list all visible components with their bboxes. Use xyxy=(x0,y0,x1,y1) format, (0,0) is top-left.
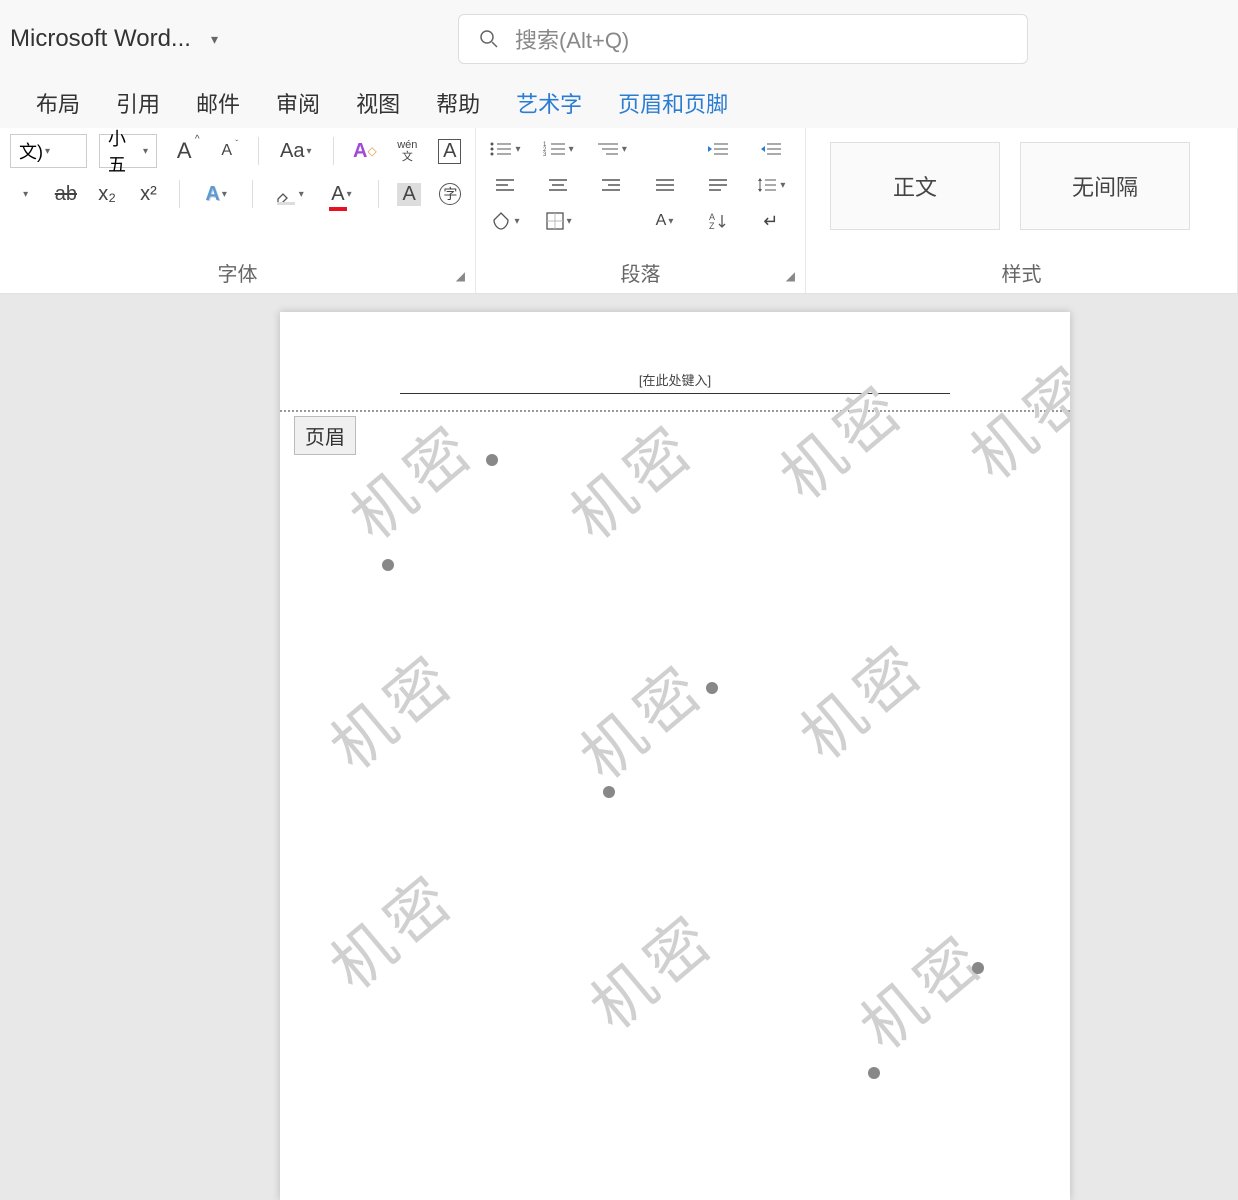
subscript-button[interactable]: x₂ xyxy=(93,178,122,210)
highlight-color-button[interactable]: ▾ xyxy=(269,178,309,210)
grow-font-button[interactable]: A^ xyxy=(169,135,199,167)
font-size-combo[interactable]: 小五 ▾ xyxy=(99,134,157,168)
header-placeholder-text[interactable]: [在此处键入] xyxy=(400,370,950,389)
chevron-down-icon: ▾ xyxy=(143,146,148,157)
page[interactable]: [在此处键入] 页眉 机密 机密 机密 机密 机密 机密 机密 机密 机密 机密 xyxy=(280,312,1070,1200)
menu-review[interactable]: 审阅 xyxy=(276,87,320,119)
show-marks-button[interactable]: ↵ xyxy=(752,206,790,236)
styles-group-label: 样式 xyxy=(806,258,1237,287)
app-title: Microsoft Word... ▾ xyxy=(10,25,218,53)
style-normal[interactable]: 正文 xyxy=(830,142,1000,230)
title-bar: Microsoft Word... ▾ 搜索(Alt+Q) xyxy=(0,0,1238,78)
character-border-button[interactable]: A xyxy=(435,135,465,167)
align-center-button[interactable] xyxy=(539,170,577,200)
watermark: 机密 xyxy=(307,628,472,787)
watermark: 机密 xyxy=(557,638,722,797)
watermark: 机密 xyxy=(567,888,732,1047)
selection-handle-icon[interactable] xyxy=(603,786,615,798)
font-dialog-launcher-icon[interactable]: ◢ xyxy=(456,269,465,283)
chevron-down-icon: ▾ xyxy=(45,146,50,157)
selection-handle-icon[interactable] xyxy=(486,454,498,466)
shrink-font-button[interactable]: Aˇ xyxy=(211,135,241,167)
document-area[interactable]: [在此处键入] 页眉 机密 机密 机密 机密 机密 机密 机密 机密 机密 机密 xyxy=(0,294,1238,1200)
search-icon xyxy=(479,29,499,49)
svg-text:Z: Z xyxy=(709,221,715,231)
font-color-button[interactable]: A▾ xyxy=(321,178,361,210)
line-spacing-button[interactable]: ▾ xyxy=(752,170,790,200)
borders-button[interactable]: ▾ xyxy=(539,206,577,236)
selection-handle-icon[interactable] xyxy=(706,682,718,694)
ribbon: 文) ▾ 小五 ▾ A^ Aˇ Aa▾ A◇ wén 文 A ▾ ab x₂ x… xyxy=(0,128,1238,294)
shading-button[interactable]: ▾ xyxy=(486,206,524,236)
header-rule xyxy=(400,393,950,394)
change-case-button[interactable]: Aa▾ xyxy=(275,135,317,167)
ribbon-group-styles: 正文 无间隔 样式 xyxy=(806,128,1238,293)
increase-indent-button[interactable] xyxy=(752,134,790,164)
selection-handle-icon[interactable] xyxy=(382,559,394,571)
menu-bar: 布局 引用 邮件 审阅 视图 帮助 艺术字 页眉和页脚 xyxy=(0,78,1238,128)
watermark: 机密 xyxy=(777,618,942,777)
watermark: 机密 xyxy=(307,848,472,1007)
header-zone[interactable]: [在此处键入] xyxy=(400,370,950,394)
paragraph-dialog-launcher-icon[interactable]: ◢ xyxy=(786,269,795,283)
multilevel-list-button[interactable]: ▾ xyxy=(592,134,630,164)
paragraph-group-label: 段落 xyxy=(476,258,805,287)
watermark: 机密 xyxy=(947,338,1070,497)
style-no-spacing[interactable]: 无间隔 xyxy=(1020,142,1190,230)
title-text: Microsoft Word... xyxy=(10,25,191,53)
svg-text:3: 3 xyxy=(543,152,547,158)
title-dropdown-icon[interactable]: ▾ xyxy=(211,31,218,48)
bullets-button[interactable]: ▾ xyxy=(486,134,524,164)
header-tag: 页眉 xyxy=(294,416,356,455)
justify-button[interactable] xyxy=(646,170,684,200)
selection-handle-icon[interactable] xyxy=(972,962,984,974)
align-right-button[interactable] xyxy=(592,170,630,200)
search-placeholder: 搜索(Alt+Q) xyxy=(515,23,629,55)
sort-button[interactable]: AZ xyxy=(699,206,737,236)
align-left-button[interactable] xyxy=(486,170,524,200)
search-box[interactable]: 搜索(Alt+Q) xyxy=(458,14,1028,64)
text-effects-button[interactable]: A▾ xyxy=(196,178,236,210)
ribbon-group-font: 文) ▾ 小五 ▾ A^ Aˇ Aa▾ A◇ wén 文 A ▾ ab x₂ x… xyxy=(0,128,476,293)
font-name-value: 文) xyxy=(19,138,43,164)
menu-header-footer[interactable]: 页眉和页脚 xyxy=(618,87,728,119)
enclose-characters-button[interactable]: 字 xyxy=(436,178,465,210)
selection-handle-icon[interactable] xyxy=(868,1067,880,1079)
font-group-label: 字体 xyxy=(0,258,475,287)
more-font-button[interactable]: ▾ xyxy=(10,178,39,210)
menu-references[interactable]: 引用 xyxy=(116,87,160,119)
strikethrough-button[interactable]: ab xyxy=(51,178,80,210)
superscript-button[interactable]: x² xyxy=(134,178,163,210)
distribute-button[interactable] xyxy=(699,170,737,200)
font-name-combo[interactable]: 文) ▾ xyxy=(10,134,87,168)
decrease-indent-button[interactable] xyxy=(699,134,737,164)
menu-help[interactable]: 帮助 xyxy=(436,87,480,119)
character-shading-button[interactable]: A xyxy=(395,178,424,210)
numbering-button[interactable]: 123▾ xyxy=(539,134,577,164)
watermark: 机密 xyxy=(547,398,712,557)
font-size-value: 小五 xyxy=(108,125,141,177)
phonetic-guide-button[interactable]: wén 文 xyxy=(392,135,422,167)
ribbon-group-paragraph: ▾ 123▾ ▾ ▾ ▾ ▾ A▾ AZ ↵ 段落 ◢ xyxy=(476,128,806,293)
menu-wordart[interactable]: 艺术字 xyxy=(516,87,582,119)
header-boundary-line xyxy=(280,410,1070,412)
asian-layout-button[interactable]: A▾ xyxy=(646,206,684,236)
menu-mailings[interactable]: 邮件 xyxy=(196,87,240,119)
menu-layout[interactable]: 布局 xyxy=(36,87,80,119)
clear-formatting-button[interactable]: A◇ xyxy=(350,135,380,167)
menu-view[interactable]: 视图 xyxy=(356,87,400,119)
watermark: 机密 xyxy=(837,908,1002,1067)
